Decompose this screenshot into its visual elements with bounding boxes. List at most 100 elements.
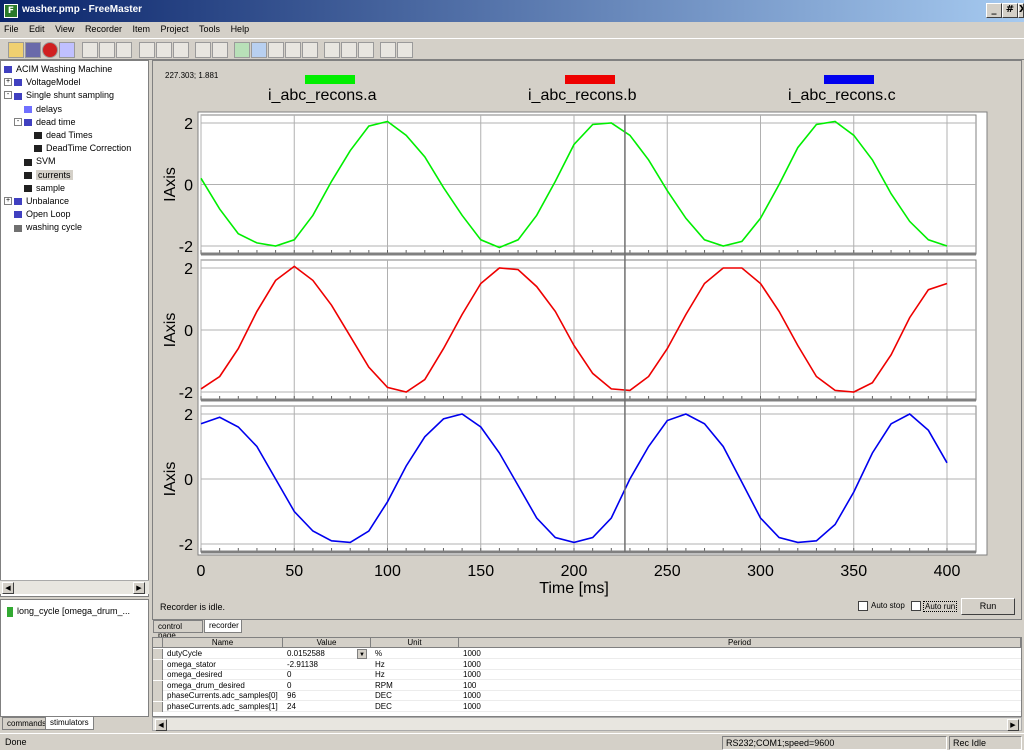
tree-item-single-shunt-sampling[interactable]: - Single shunt sampling bbox=[4, 89, 114, 102]
tree-item-svm[interactable]: SVM bbox=[23, 155, 56, 168]
legend-label-a: i_abc_recons.a bbox=[268, 87, 377, 104]
tree-item-dead-times[interactable]: dead Times bbox=[33, 129, 93, 142]
recorder-chart[interactable]: -202IAxis-202IAxis-202IAxis0 50 100 150 200 2… bbox=[153, 62, 1022, 617]
up-arrow-icon[interactable] bbox=[341, 42, 357, 58]
undo-zoom-icon[interactable] bbox=[268, 42, 284, 58]
status-rec: Rec Idle bbox=[949, 736, 1022, 750]
watch-cell-value[interactable]: 96 bbox=[287, 691, 367, 701]
watch-cell-period: 1000 bbox=[463, 691, 481, 700]
watch-cell-value[interactable]: 0 bbox=[287, 681, 367, 691]
header-value[interactable]: Value bbox=[283, 638, 371, 648]
open-folder-icon[interactable] bbox=[8, 42, 24, 58]
tree-item-unbalance[interactable]: + Unbalance bbox=[4, 195, 69, 208]
options-icon[interactable] bbox=[59, 42, 75, 58]
scroll-left-arrow-icon[interactable]: ◀ bbox=[2, 582, 14, 594]
menu-item[interactable]: Item bbox=[128, 22, 154, 34]
project-tree: ACIM Washing Machine + VoltageModel - Single… bbox=[0, 60, 149, 597]
watch-cell-unit: RPM bbox=[375, 680, 393, 690]
tab-control-page[interactable]: control page bbox=[153, 620, 203, 640]
zoom-icon[interactable] bbox=[234, 42, 250, 58]
menu-recorder[interactable]: Recorder bbox=[81, 22, 126, 34]
menu-help[interactable]: Help bbox=[227, 22, 254, 34]
watch-cell-period: 1000 bbox=[463, 701, 481, 711]
zoom-fit-icon[interactable] bbox=[285, 42, 301, 58]
tab-recorder[interactable]: recorder bbox=[204, 620, 242, 633]
collapse-minus-icon[interactable]: - bbox=[14, 117, 22, 126]
minimize-button[interactable]: _ bbox=[986, 3, 1002, 18]
collapse-minus-icon[interactable]: - bbox=[4, 91, 12, 100]
tree-item-open-loop[interactable]: Open Loop bbox=[13, 208, 71, 221]
watch-row[interactable]: omega_desired 0 Hz 1000 bbox=[153, 670, 1021, 680]
watch-scroll-right-icon[interactable]: ▶ bbox=[1007, 719, 1019, 731]
run-button[interactable]: Run bbox=[961, 598, 1015, 615]
watch-cell-value[interactable]: 24 bbox=[287, 702, 367, 712]
row-selector[interactable] bbox=[153, 691, 163, 701]
watch-row[interactable]: dutyCycle 0.0152588% 1000 ▼ bbox=[153, 649, 1021, 659]
header-unit[interactable]: Unit bbox=[371, 638, 459, 648]
watch-row[interactable]: phaseCurrents.adc_samples[0] 96 DEC 1000 bbox=[153, 691, 1021, 701]
row-selector[interactable] bbox=[153, 680, 163, 691]
tree-item-delays[interactable]: delays bbox=[23, 103, 62, 116]
menu-file[interactable]: File bbox=[0, 22, 23, 34]
block-icon bbox=[23, 104, 33, 114]
block-icon bbox=[13, 197, 23, 207]
watch-cell-unit: DEC bbox=[375, 691, 392, 700]
row-selector[interactable] bbox=[153, 670, 163, 680]
tree-horizontal-scrollbar[interactable]: ◀ ▶ bbox=[0, 580, 149, 594]
pan-icon[interactable] bbox=[251, 42, 267, 58]
tree-item-acim-washing-machine[interactable]: ACIM Washing Machine bbox=[3, 63, 112, 76]
menu-project[interactable]: Project bbox=[157, 22, 193, 34]
tree-item-sample[interactable]: sample bbox=[23, 182, 65, 195]
y-tick-label: 2 bbox=[184, 261, 193, 278]
camera-icon[interactable] bbox=[302, 42, 318, 58]
properties-icon[interactable] bbox=[212, 42, 228, 58]
watch-cell-value[interactable]: -2.91138 bbox=[287, 660, 367, 670]
grid-icon[interactable] bbox=[324, 42, 340, 58]
watch-row[interactable]: omega_drum_desired 0 RPM 100 bbox=[153, 680, 1021, 691]
tree-item-currents[interactable]: currents bbox=[23, 169, 73, 182]
scroll-right-arrow-icon[interactable]: ▶ bbox=[133, 582, 145, 594]
tree-item-dead-time[interactable]: - dead time bbox=[14, 116, 76, 129]
edit-icon[interactable] bbox=[195, 42, 211, 58]
tab-commands[interactable]: commands bbox=[2, 717, 52, 730]
row-selector[interactable] bbox=[153, 701, 163, 712]
print-icon[interactable] bbox=[116, 42, 132, 58]
watch-row[interactable]: omega_stator -2.91138 Hz 1000 bbox=[153, 659, 1021, 670]
restore-button[interactable]: # bbox=[1002, 3, 1018, 18]
watch-row[interactable]: phaseCurrents.adc_samples[1] 24 DEC 1000 bbox=[153, 701, 1021, 712]
down-arrow-icon[interactable] bbox=[358, 42, 374, 58]
tree-item-label: VoltageModel bbox=[26, 77, 81, 88]
expand-plus-icon[interactable]: + bbox=[4, 197, 12, 205]
stimulator-item[interactable]: long_cycle [omega_drum_... bbox=[7, 606, 130, 617]
copy-icon[interactable] bbox=[82, 42, 98, 58]
watch-cell-value[interactable]: 0 bbox=[287, 670, 367, 680]
row-selector[interactable] bbox=[153, 649, 163, 659]
menu-tools[interactable]: Tools bbox=[195, 22, 224, 34]
forward-arrow-icon[interactable] bbox=[156, 42, 172, 58]
watch-horizontal-scrollbar[interactable]: ◀ ▶ bbox=[152, 717, 1022, 731]
menu-view[interactable]: View bbox=[51, 22, 78, 34]
watch-cell-value[interactable]: 0.0152588 bbox=[287, 649, 367, 659]
help-icon[interactable] bbox=[397, 42, 413, 58]
menu-edit[interactable]: Edit bbox=[25, 22, 49, 34]
stop-icon[interactable] bbox=[42, 42, 58, 58]
tree-item-voltagemodel[interactable]: + VoltageModel bbox=[4, 76, 81, 89]
tree-item-deadtime-correction[interactable]: DeadTime Correction bbox=[33, 142, 131, 155]
expand-plus-icon[interactable]: + bbox=[4, 78, 12, 87]
save-icon[interactable] bbox=[25, 42, 41, 58]
dropdown-arrow-icon[interactable]: ▼ bbox=[357, 649, 367, 659]
paste-icon[interactable] bbox=[99, 42, 115, 58]
monitor-icon[interactable] bbox=[380, 42, 396, 58]
tab-stimulators[interactable]: stimulators bbox=[45, 717, 94, 730]
back-arrow-icon[interactable] bbox=[139, 42, 155, 58]
watch-scroll-left-icon[interactable]: ◀ bbox=[155, 719, 167, 731]
refresh-icon[interactable] bbox=[173, 42, 189, 58]
auto-stop-checkbox[interactable] bbox=[858, 601, 868, 611]
row-selector[interactable] bbox=[153, 659, 163, 670]
auto-run-checkbox[interactable] bbox=[911, 601, 921, 611]
header-period[interactable]: Period bbox=[459, 638, 1021, 648]
header-name[interactable]: Name bbox=[163, 638, 283, 648]
watch-cell-unit: Hz bbox=[375, 670, 385, 679]
close-button[interactable]: X bbox=[1018, 3, 1024, 18]
tree-item-washing-cycle[interactable]: washing cycle bbox=[13, 221, 82, 234]
